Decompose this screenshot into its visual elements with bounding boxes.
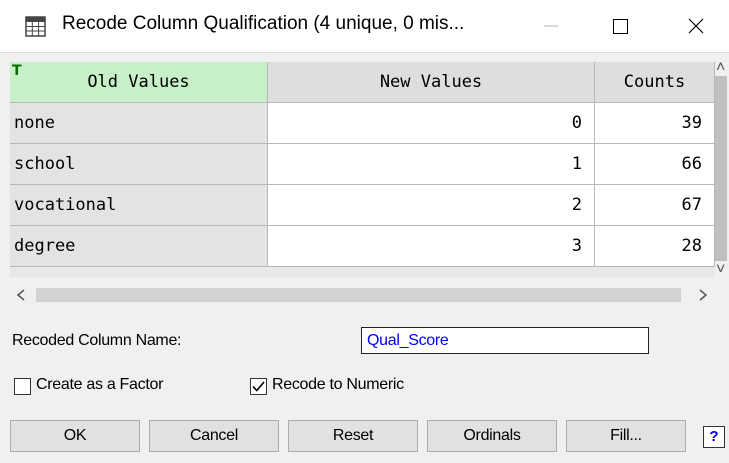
- column-header-counts[interactable]: Counts: [595, 62, 715, 103]
- column-header-old-values[interactable]: T Old Values: [10, 62, 268, 103]
- title-bar[interactable]: Recode Column Qualification (4 unique, 0…: [0, 0, 729, 53]
- fill-button[interactable]: Fill...: [566, 420, 686, 452]
- cancel-button[interactable]: Cancel: [149, 420, 279, 452]
- new-value-cell[interactable]: 3: [268, 226, 595, 267]
- recode-numeric-label[interactable]: Recode to Numeric: [272, 376, 404, 394]
- recoded-name-label: Recoded Column Name:: [12, 332, 182, 349]
- count-cell: 28: [595, 226, 715, 267]
- count-cell: 67: [595, 185, 715, 226]
- checkmark-icon: [252, 381, 265, 392]
- scroll-up-icon[interactable]: ˄: [716, 60, 725, 76]
- minimize-button[interactable]: [522, 0, 578, 52]
- horizontal-scroll-thumb[interactable]: [36, 288, 681, 302]
- maximize-button[interactable]: [593, 0, 649, 52]
- close-icon: [688, 18, 704, 34]
- new-value-cell[interactable]: 0: [268, 103, 595, 144]
- count-cell: 39: [595, 103, 715, 144]
- scroll-down-icon[interactable]: ˅: [716, 262, 725, 278]
- recode-grid[interactable]: T Old Values New Values Counts none 0 39…: [10, 62, 715, 277]
- scroll-left-icon[interactable]: [16, 289, 26, 301]
- window-title: Recode Column Qualification (4 unique, 0…: [62, 13, 465, 34]
- checkbox-box[interactable]: [14, 378, 31, 395]
- close-button[interactable]: [668, 0, 724, 52]
- old-value-cell[interactable]: vocational: [10, 185, 268, 226]
- column-header-new-values[interactable]: New Values: [268, 62, 595, 103]
- scroll-right-icon[interactable]: [698, 289, 708, 301]
- ordinals-button[interactable]: Ordinals: [427, 420, 557, 452]
- reset-button[interactable]: Reset: [288, 420, 418, 452]
- checkbox-box[interactable]: [250, 378, 267, 395]
- column-header-label: Old Values: [87, 72, 190, 92]
- vertical-scroll-thumb[interactable]: [715, 76, 727, 261]
- maximize-icon: [613, 19, 628, 34]
- minimize-icon: [544, 25, 558, 27]
- help-icon[interactable]: ?: [703, 426, 725, 448]
- old-value-cell[interactable]: school: [10, 144, 268, 185]
- create-factor-label[interactable]: Create as a Factor: [36, 376, 163, 394]
- old-value-cell[interactable]: none: [10, 103, 268, 144]
- new-value-cell[interactable]: 1: [268, 144, 595, 185]
- ok-button[interactable]: OK: [10, 420, 140, 452]
- table-icon: [25, 16, 46, 37]
- horizontal-scrollbar[interactable]: [10, 286, 715, 304]
- text-type-marker: T: [12, 63, 22, 79]
- recoded-name-input[interactable]: [361, 327, 649, 354]
- vertical-scrollbar[interactable]: ˄ ˅: [715, 60, 729, 278]
- new-value-cell[interactable]: 2: [268, 185, 595, 226]
- old-value-cell[interactable]: degree: [10, 226, 268, 267]
- count-cell: 66: [595, 144, 715, 185]
